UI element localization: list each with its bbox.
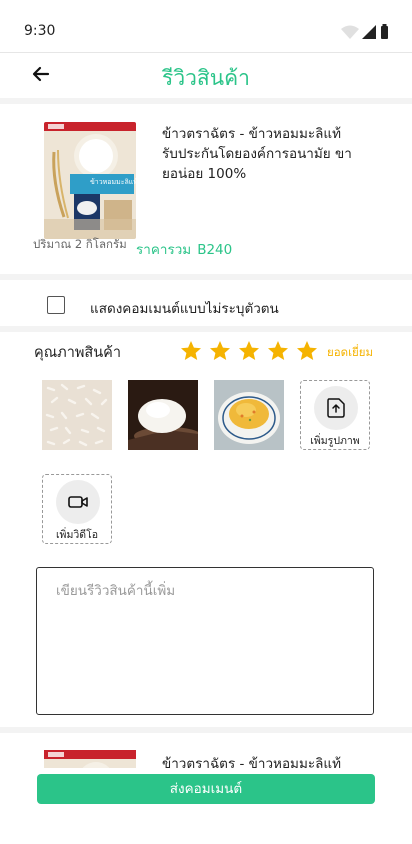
product-card: ข้าวหอมมะลิแท้ ข้าวตราฉัตร - ข้าวหอมมะลิ… — [0, 104, 412, 276]
divider — [0, 326, 412, 332]
add-video-button[interactable]: เพิ่มวิดีโอ — [42, 474, 112, 544]
product-name-2: ข้าวตราฉัตร - ข้าวหอมมะลิแท้ — [162, 756, 341, 769]
quality-rating-row: คุณภาพสินค้า ยอดเยี่ยม — [0, 336, 412, 366]
total-value: B240 — [197, 242, 233, 258]
add-video-label: เพิ่มวิดีโอ — [55, 529, 99, 541]
raw-rice-photo[interactable] — [42, 380, 112, 450]
status-icons — [340, 24, 390, 42]
add-photo-circle — [314, 386, 358, 430]
review-textarea[interactable]: เขียนรีวิวสินค้านี้เพิ่ม — [36, 567, 374, 715]
anonymous-label: แสดงคอมเมนต์แบบไม่ระบุตัวตน — [90, 301, 279, 317]
star-icon[interactable] — [295, 339, 319, 363]
submit-comment-button[interactable]: ส่งคอมเมนต์ — [37, 774, 375, 804]
battery-icon — [381, 26, 388, 39]
star-icon[interactable] — [266, 339, 290, 363]
status-bar: 9:30 — [0, 0, 412, 52]
page-title: รีวิวสินค้า — [162, 66, 250, 90]
add-photo-button[interactable]: เพิ่มรูปภาพ — [300, 380, 370, 450]
wifi-icon — [341, 25, 359, 39]
signal-icon — [362, 25, 376, 39]
total-label: ราคารวม — [136, 242, 192, 258]
bottom-bar: ส่งคอมเมนต์ — [0, 768, 412, 844]
fried-rice-photo[interactable] — [214, 380, 284, 450]
product-name: ข้าวตราฉัตร - ข้าวหอมมะลิแท้ รับประกันโด… — [162, 126, 352, 182]
rating-text: ยอดเยี่ยม — [327, 345, 374, 359]
add-video-circle — [56, 480, 100, 524]
package-text: ข้าวหอมมะลิแท้ — [90, 178, 136, 186]
product-card-2: ข้าวตราฉัตร - ข้าวหอมมะลิแท้ — [0, 735, 412, 769]
add-photo-label: เพิ่มรูปภาพ — [310, 435, 360, 447]
product-total: ราคารวม B240 — [136, 238, 232, 260]
review-placeholder: เขียนรีวิวสินค้านี้เพิ่ม — [56, 583, 176, 599]
cooked-rice-spoon-photo[interactable] — [128, 380, 198, 450]
divider — [0, 727, 412, 733]
anonymous-row: แสดงคอมเมนต์แบบไม่ระบุตัวตน — [0, 282, 412, 328]
product-image: ข้าวหอมมะลิแท้ — [44, 122, 136, 239]
anonymous-checkbox[interactable] — [47, 296, 65, 314]
product-image-2 — [44, 750, 136, 769]
status-time: 9:30 — [24, 23, 56, 39]
star-icon[interactable] — [237, 339, 261, 363]
quality-label: คุณภาพสินค้า — [34, 345, 122, 361]
app-bar: รีวิวสินค้า — [0, 52, 412, 100]
product-quantity: ปริมาณ 2 กิโลกรัม — [33, 237, 127, 251]
star-rating — [179, 339, 319, 363]
star-icon[interactable] — [208, 339, 232, 363]
divider — [0, 274, 412, 280]
star-icon[interactable] — [179, 339, 203, 363]
upload-icon — [327, 398, 345, 418]
video-camera-icon — [68, 496, 88, 508]
